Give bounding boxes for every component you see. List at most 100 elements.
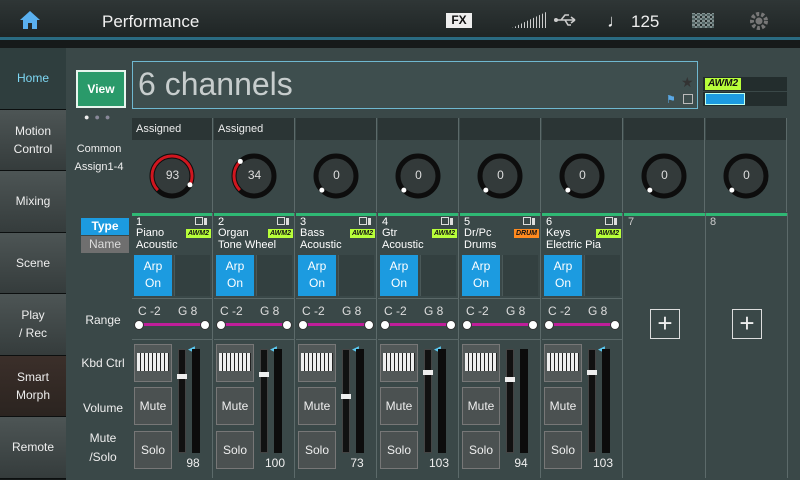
arp-on-button[interactable]: Arp On <box>298 255 336 296</box>
part-category-main[interactable]: Bass <box>300 227 324 239</box>
level-meter-icon <box>512 12 546 28</box>
part-category-main[interactable]: Piano <box>136 227 164 239</box>
part-category-sub[interactable]: Tone Wheel <box>218 239 276 251</box>
part-category-main[interactable]: Keys <box>546 227 570 239</box>
arp-on-button[interactable]: Arp On <box>544 255 582 296</box>
range-bar[interactable] <box>298 320 374 330</box>
volume-slider[interactable] <box>341 349 351 453</box>
fx-indicator[interactable]: FX <box>446 13 472 28</box>
volume-slider-handle[interactable] <box>341 394 351 400</box>
part-category-sub[interactable]: Acoustic <box>136 239 178 251</box>
kbd-ctrl-button[interactable] <box>134 344 172 382</box>
assign-knob-3[interactable]: 0 <box>296 118 377 212</box>
range-bar[interactable] <box>216 320 292 330</box>
part-category-main[interactable]: Organ <box>218 227 249 239</box>
volume-slider[interactable] <box>259 349 269 453</box>
add-part-button[interactable]: + <box>732 309 762 339</box>
performance-name-field[interactable]: 6 channels ★ ⚑ <box>132 61 698 109</box>
sidebar-item-scene[interactable]: Scene <box>0 232 66 294</box>
sidebar-item-home[interactable]: Home <box>0 48 66 110</box>
tempo-display[interactable]: ♩ 125 <box>607 11 659 32</box>
arp-on-button[interactable]: Arp On <box>462 255 500 296</box>
assign-knob-6[interactable]: 0 <box>542 118 623 212</box>
part-category-sub[interactable]: Acoustic <box>382 239 424 251</box>
solo-button[interactable]: Solo <box>462 431 500 469</box>
name-tab[interactable]: Name <box>81 236 129 253</box>
volume-slider-handle[interactable] <box>177 373 187 379</box>
part-category-sub[interactable]: Electric Pia <box>546 239 601 251</box>
sidebar-item-motion-control[interactable]: Motion Control <box>0 109 66 171</box>
solo-button[interactable]: Solo <box>216 431 254 469</box>
add-part-button[interactable]: + <box>650 309 680 339</box>
mute-button[interactable]: Mute <box>134 387 172 425</box>
part-column-6: 6 Keys AWM2 Electric Pia Arp On C -2 G 8 Mute So… <box>542 213 623 478</box>
assign-knob-4[interactable]: 0 <box>378 118 459 212</box>
range-bar[interactable] <box>134 320 210 330</box>
part-category-main[interactable]: Dr/Pc <box>464 227 492 239</box>
volume-slider-handle[interactable] <box>505 377 515 383</box>
mute-button[interactable]: Mute <box>544 387 582 425</box>
note-range[interactable]: C -2 G 8 <box>296 298 377 340</box>
kbd-ctrl-button[interactable] <box>298 344 336 382</box>
part-type-tag: AWM2 <box>596 229 621 238</box>
volume-slider[interactable] <box>505 349 515 453</box>
mute-button[interactable]: Mute <box>462 387 500 425</box>
knob-value: 93 <box>165 168 180 182</box>
sidebar-item-smart-morph[interactable]: Smart Morph <box>0 355 66 417</box>
range-high: G 8 <box>588 304 608 318</box>
sidebar-item-mixing[interactable]: Mixing <box>0 171 66 233</box>
note-range[interactable]: C -2 G 8 <box>460 298 541 340</box>
part-box-icon-2 <box>204 218 207 225</box>
note-icon: ♩ <box>607 11 625 31</box>
assign-knob-1[interactable]: Assigned 93 <box>132 118 213 212</box>
view-button[interactable]: View <box>76 70 126 108</box>
note-range[interactable]: C -2 G 8 <box>542 298 623 340</box>
range-bar[interactable] <box>380 320 456 330</box>
part-top-line <box>706 213 787 216</box>
volume-slider-handle[interactable] <box>259 372 269 378</box>
volume-slider[interactable] <box>423 349 433 453</box>
knob-header <box>542 118 622 140</box>
quick-setup-icon[interactable] <box>692 13 714 28</box>
kbd-ctrl-button[interactable] <box>380 344 418 382</box>
solo-button[interactable]: Solo <box>134 431 172 469</box>
volume-slider[interactable] <box>177 349 187 453</box>
note-range[interactable]: C -2 G 8 <box>378 298 459 340</box>
assign-knob-5[interactable]: 0 <box>460 118 541 212</box>
performance-name: 6 channels <box>138 66 293 102</box>
sidebar-item-remote[interactable]: Remote <box>0 417 66 479</box>
part-category-sub[interactable]: Acoustic <box>300 239 342 251</box>
note-range[interactable]: C -2 G 8 <box>132 298 213 340</box>
part-box-icon <box>195 217 203 225</box>
home-button[interactable] <box>0 0 60 40</box>
volume-slider-handle[interactable] <box>423 369 433 375</box>
assign-knob-7[interactable]: 0 <box>624 118 705 212</box>
arp-side-cell <box>174 255 210 296</box>
volume-slider-handle[interactable] <box>587 369 597 375</box>
arp-on-button[interactable]: Arp On <box>380 255 418 296</box>
type-tab[interactable]: Type <box>81 218 129 235</box>
mute-button[interactable]: Mute <box>216 387 254 425</box>
mute-button[interactable]: Mute <box>298 387 336 425</box>
solo-button[interactable]: Solo <box>298 431 336 469</box>
gear-icon[interactable] <box>748 10 770 32</box>
sidebar-item-play-rec[interactable]: Play / Rec <box>0 294 66 356</box>
favorite-star-icon[interactable]: ★ <box>681 74 694 91</box>
mute-button[interactable]: Mute <box>380 387 418 425</box>
assign-knob-8[interactable]: 0 <box>706 118 787 212</box>
assign-knob-2[interactable]: Assigned 34 <box>214 118 295 212</box>
kbd-ctrl-button[interactable] <box>462 344 500 382</box>
range-bar[interactable] <box>544 320 620 330</box>
kbd-ctrl-button[interactable] <box>544 344 582 382</box>
part-category-sub[interactable]: Drums <box>464 239 496 251</box>
part-category-main[interactable]: Gtr <box>382 227 397 239</box>
solo-button[interactable]: Solo <box>544 431 582 469</box>
arp-on-button[interactable]: Arp On <box>216 255 254 296</box>
arp-on-button[interactable]: Arp On <box>134 255 172 296</box>
note-range[interactable]: C -2 G 8 <box>214 298 295 340</box>
kbd-ctrl-button[interactable] <box>216 344 254 382</box>
range-bar[interactable] <box>462 320 538 330</box>
solo-button[interactable]: Solo <box>380 431 418 469</box>
knob-pointer <box>401 187 407 193</box>
volume-slider[interactable] <box>587 349 597 453</box>
